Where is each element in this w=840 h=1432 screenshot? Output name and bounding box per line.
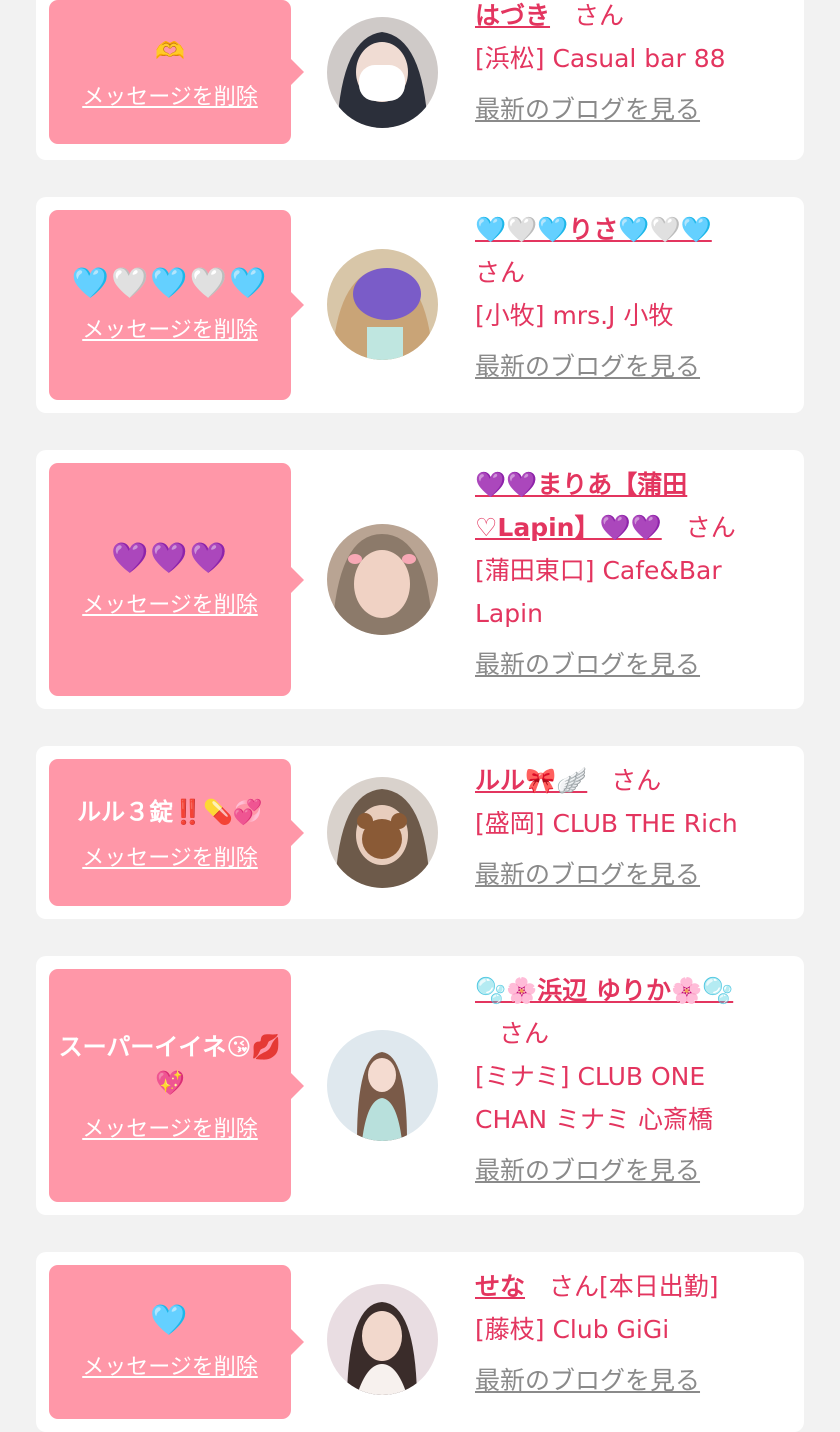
shop-name: [藤枝] Club GiGi	[475, 1315, 670, 1344]
cast-name-link[interactable]: はづき	[475, 1, 550, 30]
delete-message-button[interactable]: メッセージを削除	[82, 587, 258, 619]
cast-name-link[interactable]: ルル🎀🪽	[475, 766, 587, 795]
delete-message-button[interactable]: メッセージを削除	[82, 312, 258, 344]
cast-name-link[interactable]: せな	[475, 1272, 525, 1301]
latest-blog-link[interactable]: 最新のブログを見る	[475, 1149, 775, 1192]
honorific: さん	[499, 1019, 550, 1048]
avatar[interactable]	[327, 1284, 438, 1395]
shop-name: [盛岡] CLUB THE Rich	[475, 809, 738, 838]
latest-blog-link[interactable]: 最新のブログを見る	[475, 853, 775, 896]
message-text: 💜💜💜	[110, 540, 230, 576]
message-bubble: 💜💜💜 メッセージを削除	[49, 463, 304, 696]
cast-info: せな さん[本日出勤] [藤枝] Club GiGi 最新のブログを見る	[475, 1265, 775, 1402]
delete-message-button[interactable]: メッセージを削除	[82, 79, 258, 111]
latest-blog-link[interactable]: 最新のブログを見る	[475, 88, 775, 131]
message-card: ルル３錠‼️💊💞 メッセージを削除 ルル🎀🪽 さん [盛岡] CLUB THE R…	[36, 746, 804, 919]
avatar[interactable]	[327, 17, 438, 128]
delete-message-button[interactable]: メッセージを削除	[82, 1349, 258, 1381]
cast-info: 💜💜まりあ【蒲田♡Lapin】💜💜 さん [蒲田東口] Cafe&Bar Lapi…	[475, 463, 775, 686]
honorific: さん	[574, 1, 625, 30]
shop-name: [蒲田東口] Cafe&Bar Lapin	[475, 556, 722, 628]
avatar[interactable]	[327, 524, 438, 635]
honorific: さん	[475, 258, 526, 287]
message-card: 💜💜💜 メッセージを削除 💜💜まりあ【蒲田♡Lapin】💜💜 さん [蒲田東口] …	[36, 450, 804, 709]
message-bubble: ルル３錠‼️💊💞 メッセージを削除	[49, 759, 304, 906]
avatar[interactable]	[327, 777, 438, 888]
cast-info: 🩵🤍🩵りさ🩵🤍🩵 さん [小牧] mrs.J 小牧 最新のブログを見る	[475, 208, 775, 388]
shop-name: [浜松] Casual bar 88	[475, 44, 726, 73]
honorific: さん[本日出勤]	[549, 1272, 719, 1301]
message-text: 🩵🤍🩵🤍🩵	[71, 266, 269, 301]
honorific: さん	[611, 766, 662, 795]
message-card: 🩵 メッセージを削除 せな さん[本日出勤] [藤枝] Club GiGi 最新の…	[36, 1252, 804, 1432]
shop-name: [小牧] mrs.J 小牧	[475, 301, 674, 330]
cast-info: はづき さん [浜松] Casual bar 88 最新のブログを見る	[475, 0, 775, 131]
shop-name: [ミナミ] CLUB ONE CHAN ミナミ 心斎橋	[475, 1062, 713, 1134]
latest-blog-link[interactable]: 最新のブログを見る	[475, 345, 775, 388]
message-text: 🩵	[150, 1303, 190, 1338]
cast-name-link[interactable]: 🩵🤍🩵りさ🩵🤍🩵	[475, 215, 712, 244]
cast-info: ルル🎀🪽 さん [盛岡] CLUB THE Rich 最新のブログを見る	[475, 759, 775, 896]
message-bubble: スーパーイイネ😘💋💖 メッセージを削除	[49, 969, 304, 1202]
message-bubble: 🩵🤍🩵🤍🩵 メッセージを削除	[49, 210, 304, 400]
cast-name-link[interactable]: 💜💜まりあ【蒲田♡Lapin】💜💜	[475, 470, 687, 542]
message-text: スーパーイイネ😘💋💖	[58, 1032, 282, 1097]
message-bubble: 🫶 メッセージを削除	[49, 0, 304, 144]
avatar[interactable]	[327, 1030, 438, 1141]
latest-blog-link[interactable]: 最新のブログを見る	[475, 643, 775, 686]
latest-blog-link[interactable]: 最新のブログを見る	[475, 1359, 775, 1402]
delete-message-button[interactable]: メッセージを削除	[82, 1111, 258, 1143]
message-card: スーパーイイネ😘💋💖 メッセージを削除 🫧🌸浜辺 ゆりか🌸🫧 さん [ミナミ] C…	[36, 956, 804, 1215]
honorific: さん	[685, 513, 736, 542]
message-bubble: 🩵 メッセージを削除	[49, 1265, 304, 1419]
cast-info: 🫧🌸浜辺 ゆりか🌸🫧 さん [ミナミ] CLUB ONE CHAN ミナミ 心斎橋…	[475, 969, 775, 1192]
cast-name-link[interactable]: 🫧🌸浜辺 ゆりか🌸🫧	[475, 976, 733, 1005]
message-card: 🩵🤍🩵🤍🩵 メッセージを削除 🩵🤍🩵りさ🩵🤍🩵 さん [小牧] mrs.J 小牧 …	[36, 197, 804, 413]
message-text: ルル３錠‼️💊💞	[77, 797, 263, 826]
avatar[interactable]	[327, 249, 438, 360]
message-card: 🫶 メッセージを削除 はづき さん [浜松] Casual bar 88 最新のブ…	[36, 0, 804, 160]
delete-message-button[interactable]: メッセージを削除	[82, 840, 258, 872]
message-text: 🫶	[155, 37, 185, 65]
